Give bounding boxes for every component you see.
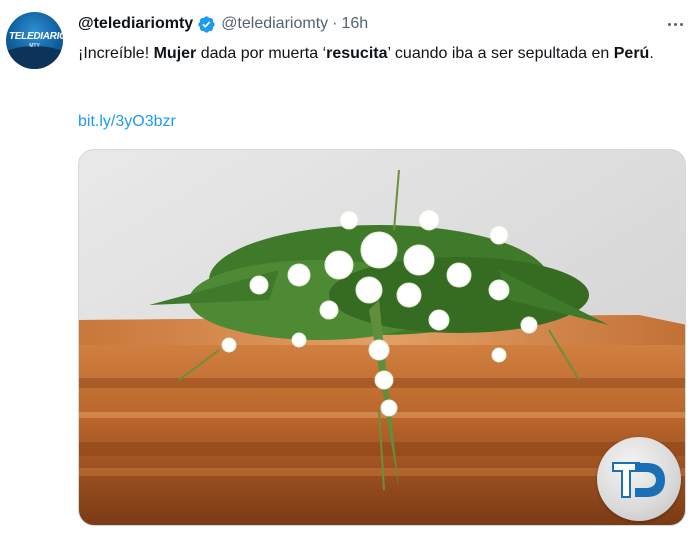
tweet-header: @telediariomty @telediariomty · 16h [78, 14, 368, 34]
text-bold-peru: Perú [613, 45, 650, 62]
avatar-logo-sub: MTY [29, 43, 40, 49]
avatar[interactable]: TELEDIARIO MTY [6, 12, 63, 69]
avatar-wave-decoration [6, 46, 63, 69]
text-part: . [649, 45, 654, 62]
tweet-text: ¡Increíble! Mujer dada por muerta ‘resuc… [78, 42, 690, 65]
tweet-link[interactable]: bit.ly/3yO3bzr [78, 113, 176, 131]
text-part: ¡Increíble! [78, 45, 154, 62]
tweet[interactable]: TELEDIARIO MTY @telediariomty @telediari… [0, 0, 700, 539]
verified-badge-icon [198, 15, 215, 33]
text-bold-resucita: resucita [326, 45, 388, 62]
separator-dot: · [332, 15, 338, 32]
more-options-icon[interactable] [664, 14, 686, 34]
tweet-media-image[interactable] [78, 149, 686, 526]
text-part: cuando iba a ser sepultada en [390, 45, 614, 62]
td-logo-icon [612, 462, 665, 498]
text-bold-mujer: Mujer [153, 45, 197, 62]
avatar-logo-text: TELEDIARIO [9, 31, 63, 42]
display-name[interactable]: @telediariomty [78, 15, 193, 33]
text-part: dada por muerta [196, 45, 323, 62]
timestamp[interactable]: 16h [341, 15, 368, 33]
user-handle[interactable]: @telediariomty [221, 15, 328, 33]
casket-flowers-photo [79, 150, 685, 525]
watermark-logo [597, 437, 681, 521]
